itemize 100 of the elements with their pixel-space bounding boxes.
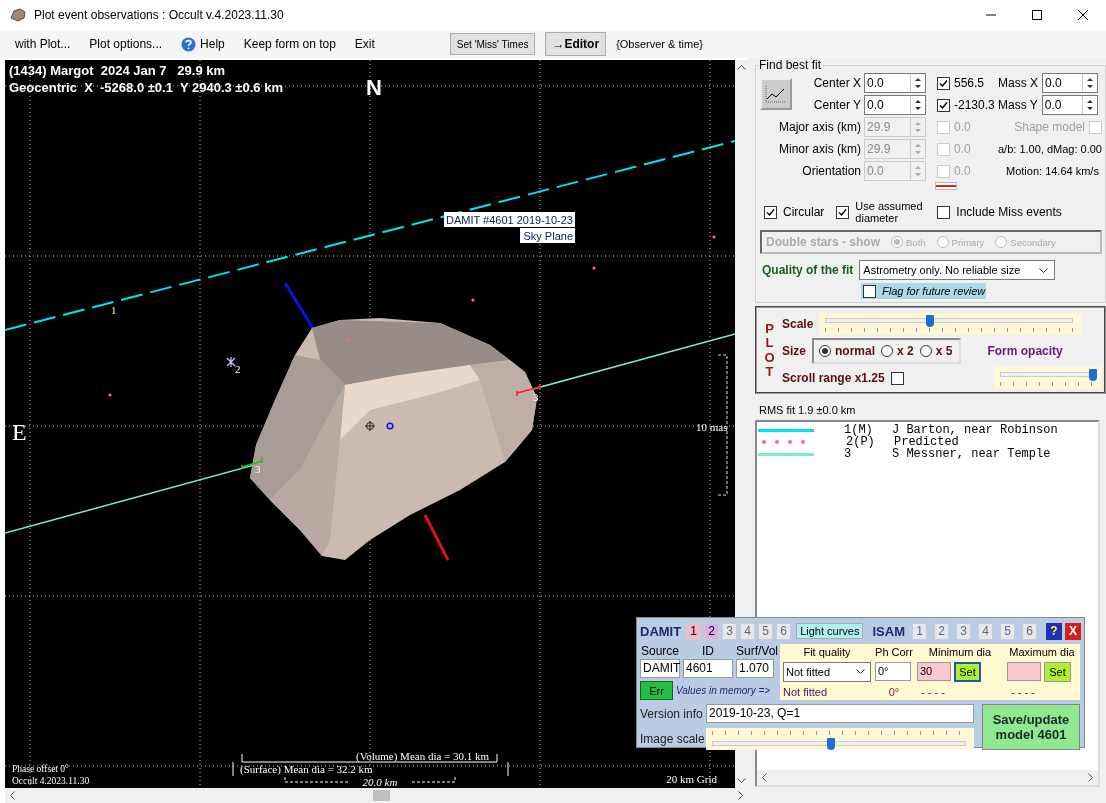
- menu-item[interactable]: Plot options...: [81, 34, 171, 54]
- err-button[interactable]: Err: [640, 681, 673, 700]
- ph-corr-field[interactable]: 0°: [875, 662, 911, 682]
- scale-bar-label: 20.0 km: [362, 776, 398, 788]
- checkbox-label: Shape model: [1014, 120, 1085, 134]
- menu-item[interactable]: with Plot...: [7, 34, 79, 54]
- scale-label: Scale: [782, 317, 814, 331]
- minimum-dia-field[interactable]: 30: [917, 662, 951, 682]
- pole-line: [423, 514, 450, 561]
- event-point: [471, 298, 475, 302]
- id-field[interactable]: 4601: [683, 659, 733, 678]
- scroll-up-icon: [737, 64, 746, 70]
- number-spinner[interactable]: 0.0: [1041, 95, 1098, 115]
- scroll-thumb[interactable]: [373, 790, 390, 801]
- pole-line: [283, 282, 316, 331]
- radio-label: Both: [906, 236, 926, 248]
- spin-arrows-icon: [914, 142, 922, 156]
- radio-label: normal: [835, 344, 876, 358]
- model-number-button[interactable]: 2: [704, 622, 720, 640]
- chord-number: 3: [533, 391, 539, 403]
- opacity-slider[interactable]: [993, 367, 1102, 389]
- checkbox[interactable]: [836, 205, 850, 219]
- source-field[interactable]: DAMIT: [640, 659, 680, 678]
- list-scrollbar[interactable]: [757, 770, 1098, 785]
- column-heading: Maximum dia: [1008, 646, 1076, 659]
- version-label: Occult 4.2023.11.30: [12, 776, 90, 786]
- checkbox[interactable]: [937, 98, 950, 112]
- editor-button[interactable]: →Editor: [545, 32, 607, 56]
- help-button[interactable]: ?: [1046, 622, 1062, 640]
- quality-dropdown[interactable]: Astrometry only. No reliable size: [859, 260, 1056, 280]
- close-icon: [1078, 10, 1088, 20]
- checkbox[interactable]: [937, 76, 950, 90]
- fit-result-value: 0.0: [954, 164, 971, 178]
- checkbox-label: Circular: [783, 205, 825, 219]
- scale-slider[interactable]: [819, 313, 1082, 335]
- help-menu-item[interactable]: Help: [173, 33, 233, 55]
- rms-fit-text: RMS fit 1.9 ±0.0 km: [759, 404, 857, 416]
- number-spinner[interactable]: 0.0: [864, 95, 926, 115]
- maximize-icon: [1032, 10, 1042, 20]
- checkbox[interactable]: [863, 284, 876, 298]
- event-point: [592, 266, 596, 270]
- line-color-swatch[interactable]: [935, 182, 957, 190]
- model-number-button[interactable]: 1: [686, 622, 702, 640]
- dropdown-caret-icon: [856, 669, 865, 675]
- checkbox[interactable]: [764, 205, 777, 219]
- scroll-range-label: Scroll range x1.25: [782, 371, 885, 385]
- save-model-button[interactable]: Save/update model 4601: [982, 704, 1080, 750]
- damit-title: DAMIT: [640, 623, 682, 639]
- plane-label: Sky Plane: [520, 228, 575, 243]
- size-label: Size: [782, 344, 806, 358]
- close-button[interactable]: X: [1065, 622, 1081, 640]
- scroll-right-icon: [738, 791, 744, 800]
- chord-number: 3: [255, 463, 261, 475]
- model-label: DAMIT #4601 2019-10-23: [444, 212, 575, 227]
- number-spinner[interactable]: 0.0: [864, 73, 926, 93]
- observer-name: S Messner, near Temple: [892, 447, 1051, 461]
- slider-thumb[interactable]: [1088, 369, 1097, 381]
- fit-result-value: 556.5: [954, 76, 985, 90]
- radio-button[interactable]: [919, 345, 932, 357]
- horizontal-scrollbar[interactable]: [5, 788, 748, 803]
- fit-quality-dropdown[interactable]: Not fitted: [783, 662, 871, 682]
- observer-name: J Barton, near Robinson: [892, 423, 1058, 437]
- values-in-memory-label: Values in memory =>: [676, 685, 771, 696]
- slider-thumb[interactable]: [925, 315, 934, 327]
- spin-arrows-icon: [914, 76, 922, 90]
- field-label: Mass Y: [998, 98, 1038, 112]
- menu-item[interactable]: Keep form on top: [235, 34, 344, 54]
- maximum-dia-field[interactable]: [1007, 662, 1041, 682]
- number-spinner[interactable]: 0.0: [1042, 73, 1098, 93]
- scroll-left-icon: [9, 791, 15, 800]
- north-label: N: [366, 75, 382, 100]
- checkbox[interactable]: [937, 205, 951, 219]
- set-button[interactable]: Set: [1044, 662, 1071, 682]
- checkbox-label: Use assumed diameter: [855, 200, 924, 224]
- column-heading: Ph Corr: [875, 646, 913, 659]
- volume-dia-label: (Volume) Mean dia = 30.1 km: [356, 750, 490, 762]
- slider-thumb[interactable]: [827, 738, 836, 750]
- plot-title: (1434) Margot 2024 Jan 7 29.9 km: [9, 63, 226, 78]
- image-scale-slider[interactable]: [706, 728, 974, 750]
- fit-button[interactable]: [760, 78, 792, 110]
- field-label: Center Y: [812, 98, 861, 112]
- observer-tag: 2(P): [846, 435, 894, 449]
- set-button[interactable]: Set: [954, 662, 981, 682]
- spin-arrows-icon: [914, 120, 922, 134]
- radio-button[interactable]: [819, 345, 831, 357]
- radio-button[interactable]: [881, 345, 894, 357]
- plot-section-title: PLOT: [763, 322, 776, 381]
- menu-item[interactable]: Exit: [346, 34, 383, 54]
- version-info-field[interactable]: 2019-10-23, Q=1: [706, 704, 974, 723]
- chord-number: 1: [111, 304, 117, 316]
- set-miss-times-button[interactable]: Set 'Miss' Times: [449, 33, 536, 55]
- light-curves-button[interactable]: Light curves: [796, 623, 864, 639]
- dropdown-caret-icon: [1039, 267, 1049, 273]
- surf-vol-field[interactable]: 1.070: [736, 659, 774, 678]
- checkbox[interactable]: [890, 371, 904, 385]
- radio-label: Primary: [951, 236, 985, 248]
- number-spinner: 0.0: [864, 161, 926, 181]
- memory-value: - - - -: [920, 685, 946, 698]
- east-label: E: [12, 419, 27, 445]
- scroll-left-icon: [761, 773, 767, 782]
